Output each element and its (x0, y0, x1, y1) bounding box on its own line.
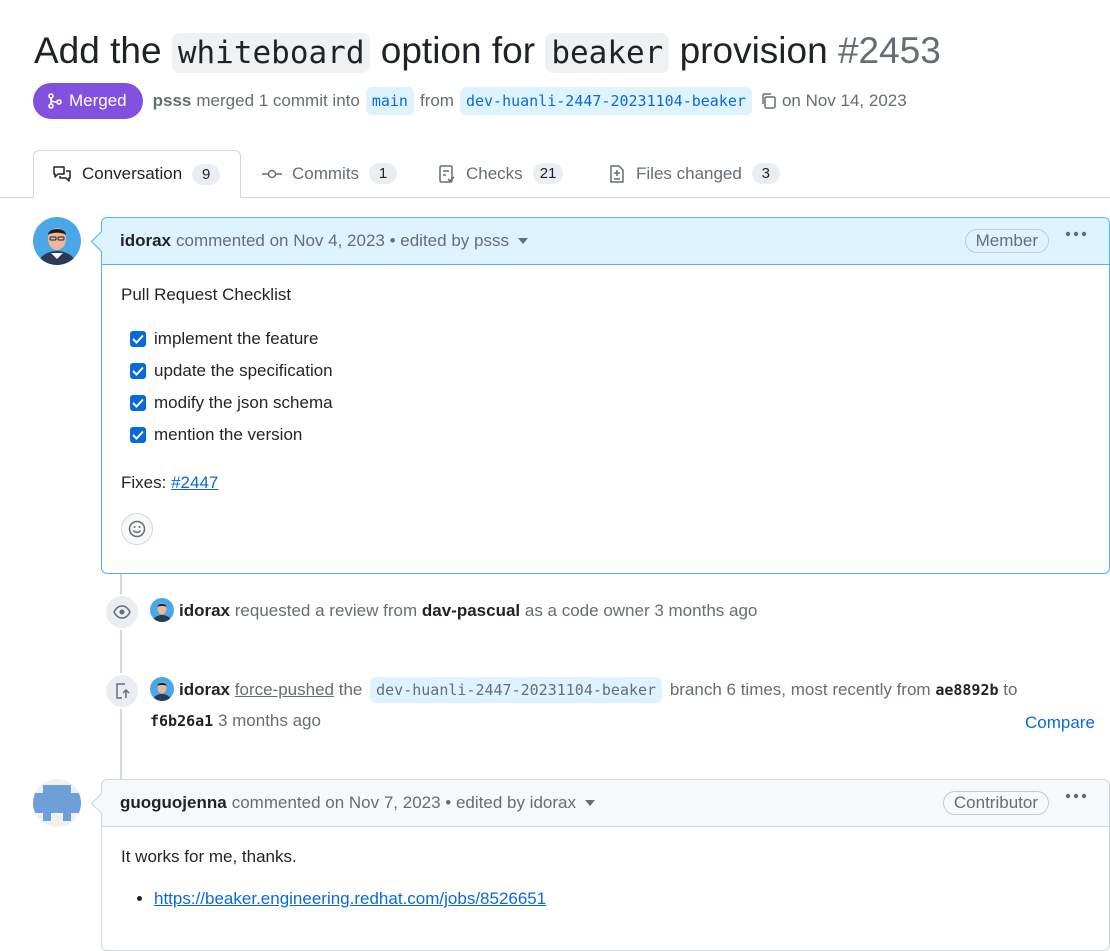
avatar-small[interactable] (150, 677, 174, 701)
checklist-item: implement the feature (130, 323, 1090, 355)
job-link[interactable]: https://beaker.engineering.redhat.com/jo… (154, 889, 546, 908)
caret-down-icon[interactable] (585, 800, 595, 806)
kebab-horizontal-icon[interactable] (1065, 231, 1087, 237)
event-author[interactable]: idorax (179, 601, 230, 620)
comment-body: It works for me, thanks. https://beaker.… (102, 827, 1109, 927)
compare-link[interactable]: Compare (1025, 713, 1095, 733)
force-push-event: idorax force-pushed the dev-huanli-2447-… (150, 677, 1017, 703)
tab-commits[interactable]: Commits 1 (262, 150, 398, 197)
kebab-horizontal-icon[interactable] (1065, 793, 1087, 799)
file-diff-icon (608, 164, 626, 184)
tab-files-changed[interactable]: Files changed 3 (608, 150, 780, 197)
checklist-item: update the specification (130, 355, 1090, 387)
role-badge: Member (964, 229, 1049, 253)
avatar-small[interactable] (150, 598, 174, 622)
comment-header: idorax commented on Nov 4, 2023 • edited… (102, 218, 1109, 265)
tab-count: 1 (369, 163, 398, 184)
commit-icon (262, 168, 282, 180)
link-list: https://beaker.engineering.redhat.com/jo… (121, 889, 1090, 909)
comment-discussion-icon (52, 165, 72, 183)
title-code-beaker: beaker (545, 33, 670, 73)
tab-checks[interactable]: Checks 21 (438, 150, 564, 197)
head-branch[interactable]: dev-huanli-2447-20231104-beaker (459, 87, 752, 115)
caret-down-icon[interactable] (517, 238, 528, 244)
list-item: https://beaker.engineering.redhat.com/jo… (154, 889, 1090, 909)
pr-meta: Merged psss merged 1 commit into main fr… (33, 83, 907, 119)
comment-author[interactable]: idorax (120, 231, 171, 251)
comment-body: Pull Request Checklist implement the fea… (102, 265, 1109, 563)
pr-number: #2453 (837, 30, 941, 71)
comment-info[interactable]: commented on Nov 7, 2023 • edited by ido… (232, 793, 576, 813)
checkbox-checked[interactable] (130, 427, 146, 443)
comment-header: guoguojenna commented on Nov 7, 2023 • e… (102, 780, 1109, 827)
checkbox-checked[interactable] (130, 395, 146, 411)
pr-tabs: Conversation 9 Commits 1 Checks 21 Files… (0, 150, 1110, 198)
merged-badge: Merged (33, 83, 143, 119)
role-badge: Contributor (942, 791, 1049, 815)
comment-idorax: idorax commented on Nov 4, 2023 • edited… (90, 217, 1110, 574)
tab-count: 3 (751, 163, 780, 184)
checklist-item: mention the version (130, 419, 1090, 451)
fixes-line: Fixes: #2447 (121, 473, 219, 492)
avatar-identicon[interactable] (33, 779, 81, 827)
reactions-row (121, 513, 1090, 545)
comment-info[interactable]: commented on Nov 4, 2023 • edited by pss… (176, 231, 509, 251)
from-sha[interactable]: ae8892b (935, 681, 998, 699)
comment-guoguojenna: guoguojenna commented on Nov 7, 2023 • e… (90, 779, 1110, 951)
copy-icon[interactable] (760, 92, 778, 110)
checklist-item: modify the json schema (130, 387, 1090, 419)
checkbox-checked[interactable] (130, 331, 146, 347)
checkbox-checked[interactable] (130, 363, 146, 379)
checklist-icon (438, 164, 456, 184)
pushed-branch[interactable]: dev-huanli-2447-20231104-beaker (370, 677, 663, 703)
pr-title: Add the whiteboard option for beaker pro… (34, 30, 941, 73)
tab-conversation[interactable]: Conversation 9 (33, 150, 241, 198)
comment-text: It works for me, thanks. (121, 847, 297, 866)
reviewer-link[interactable]: dav-pascual (422, 601, 520, 620)
force-pushed-link[interactable]: force-pushed (235, 680, 334, 699)
issue-link[interactable]: #2447 (171, 473, 218, 492)
force-push-event-line2: f6b26a1 3 months ago (150, 711, 321, 730)
eye-icon (104, 594, 140, 630)
checklist: implement the feature update the specifi… (121, 323, 1090, 451)
event-author[interactable]: idorax (179, 680, 230, 699)
comment-author[interactable]: guoguojenna (120, 793, 227, 813)
review-request-event: idorax requested a review from dav-pascu… (150, 598, 757, 624)
merge-icon (47, 93, 63, 109)
title-code-whiteboard: whiteboard (171, 33, 371, 73)
smiley-icon[interactable] (121, 513, 153, 545)
tab-count: 21 (532, 163, 564, 184)
avatar[interactable] (33, 217, 81, 265)
checklist-heading: Pull Request Checklist (121, 285, 292, 304)
tab-count: 9 (192, 163, 221, 185)
repo-push-icon (104, 673, 140, 709)
base-branch[interactable]: main (365, 87, 414, 115)
to-sha[interactable]: f6b26a1 (150, 712, 213, 730)
merger-link[interactable]: psss (153, 91, 192, 111)
